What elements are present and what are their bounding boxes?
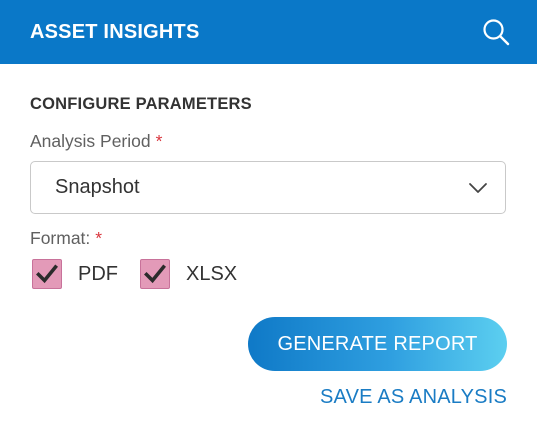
- app-title: ASSET INSIGHTS: [30, 20, 200, 43]
- analysis-period-label-text: Analysis Period: [30, 131, 151, 151]
- format-label-text: Format:: [30, 228, 91, 248]
- format-option-xlsx[interactable]: XLSX: [140, 259, 237, 289]
- format-options: PDF XLSX: [32, 259, 259, 289]
- section-title: CONFIGURE PARAMETERS: [30, 95, 252, 113]
- xlsx-checkbox[interactable]: [140, 259, 170, 289]
- format-label: Format: *: [30, 228, 102, 249]
- analysis-period-value: Snapshot: [55, 176, 140, 198]
- analysis-period-label: Analysis Period *: [30, 131, 162, 152]
- search-icon: [483, 19, 510, 46]
- required-mark: *: [95, 228, 103, 248]
- pdf-label: PDF: [78, 262, 118, 285]
- pdf-checkbox[interactable]: [32, 259, 62, 289]
- asset-insights-panel: ASSET INSIGHTS CONFIGURE PARAMETERS Anal…: [0, 0, 537, 437]
- header-bar: ASSET INSIGHTS: [0, 0, 537, 64]
- save-as-analysis-link[interactable]: SAVE AS ANALYSIS: [320, 386, 507, 409]
- format-option-pdf[interactable]: PDF: [32, 259, 118, 289]
- search-button[interactable]: [479, 15, 513, 49]
- xlsx-label: XLSX: [186, 262, 238, 285]
- checkmark-icon: [36, 264, 58, 284]
- generate-report-button[interactable]: GENERATE REPORT: [248, 317, 507, 371]
- checkmark-icon: [144, 264, 166, 284]
- analysis-period-select[interactable]: Snapshot: [30, 161, 506, 214]
- required-mark: *: [155, 131, 163, 151]
- chevron-down-icon: [469, 182, 487, 193]
